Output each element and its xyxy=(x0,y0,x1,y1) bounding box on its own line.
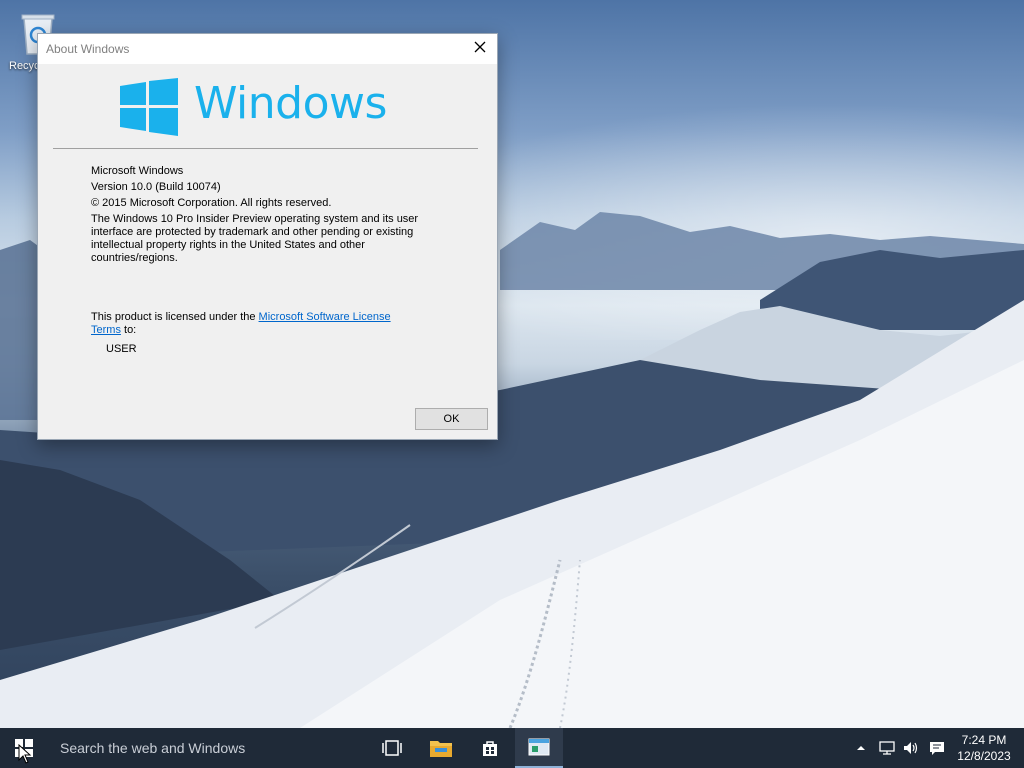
dialog-title: About Windows xyxy=(46,42,130,56)
about-windows-dialog: About Windows Windows Microsoft Windows … xyxy=(37,33,498,440)
app-window-icon xyxy=(528,738,550,756)
license-text: This product is licensed under the Micro… xyxy=(91,311,411,337)
store-button[interactable] xyxy=(466,728,514,768)
volume-icon xyxy=(904,742,918,754)
store-icon xyxy=(483,741,497,756)
app-window-taskbar-button[interactable] xyxy=(515,728,563,768)
system-clock[interactable]: 7:24 PM 12/8/2023 xyxy=(944,728,1024,768)
network-icon xyxy=(879,741,895,755)
volume-button[interactable] xyxy=(900,728,922,768)
taskbar: Search the web and Windows 7:24 PM 12/8/… xyxy=(0,728,1024,768)
network-button[interactable] xyxy=(874,728,900,768)
ok-button[interactable]: OK xyxy=(415,408,488,430)
clock-date: 12/8/2023 xyxy=(957,749,1011,763)
dialog-titlebar[interactable]: About Windows xyxy=(38,34,497,64)
close-button[interactable] xyxy=(463,34,497,60)
file-explorer-button[interactable] xyxy=(417,728,465,768)
version-info: Microsoft Windows Version 10.0 (Build 10… xyxy=(91,165,431,265)
clock-time: 7:24 PM xyxy=(961,733,1007,747)
chevron-up-icon xyxy=(857,746,865,750)
task-view-button[interactable] xyxy=(368,728,416,768)
windows-wordmark: Windows xyxy=(194,78,387,129)
product-name: Microsoft Windows xyxy=(91,165,184,177)
version-text: Version 10.0 (Build 10074) xyxy=(91,181,221,193)
license-suffix: to: xyxy=(120,324,137,336)
legal-notice: The Windows 10 Pro Insider Preview opera… xyxy=(91,213,419,264)
copyright-text: © 2015 Microsoft Corporation. All rights… xyxy=(91,197,332,209)
show-hidden-icons-button[interactable] xyxy=(852,728,870,768)
task-view-icon xyxy=(382,740,402,756)
recycle-bin-label: Recyc xyxy=(9,60,40,72)
close-icon xyxy=(474,41,486,53)
mouse-cursor-icon xyxy=(18,744,32,764)
file-explorer-icon xyxy=(430,741,452,757)
licensed-user: USER xyxy=(106,343,137,355)
license-prefix: This product is licensed under the xyxy=(91,311,259,323)
windows-logo-icon xyxy=(120,78,178,136)
search-box[interactable]: Search the web and Windows xyxy=(48,728,368,768)
search-placeholder: Search the web and Windows xyxy=(60,740,246,756)
windows-logo-area: Windows xyxy=(38,64,497,148)
divider xyxy=(53,148,478,149)
action-center-icon xyxy=(930,741,944,755)
